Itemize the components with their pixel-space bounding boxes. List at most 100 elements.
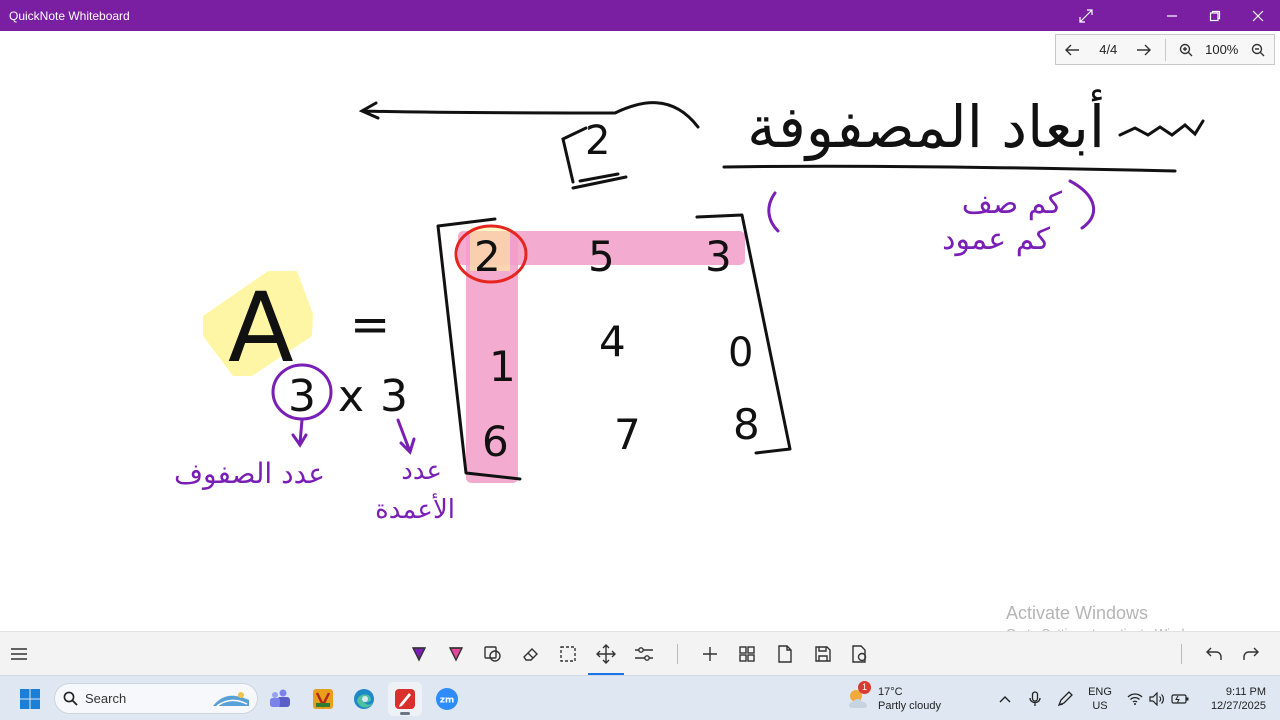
export-button[interactable]: [845, 640, 875, 668]
note-paren-left: [767, 191, 780, 233]
zoom-app-icon: zm: [436, 688, 458, 710]
shapes-button[interactable]: [478, 640, 508, 668]
toolbar-divider: [677, 644, 678, 664]
page-number: 4/4: [1099, 42, 1118, 57]
wifi-button[interactable]: [1126, 684, 1144, 714]
zoom-level: 100%: [1205, 42, 1239, 57]
battery-button[interactable]: [1170, 684, 1190, 714]
matrix-cell: 5: [588, 232, 615, 281]
weather-widget[interactable]: 1 17°C Partly cloudy: [846, 681, 941, 716]
restore-icon: [1209, 10, 1221, 21]
fullscreen-button[interactable]: [1066, 0, 1106, 31]
clock-time: 9:11 PM: [1225, 686, 1266, 698]
pen-tray-button[interactable]: [1054, 684, 1076, 714]
matrix-name: A: [228, 272, 294, 384]
edge-app-button[interactable]: [347, 682, 381, 716]
save-button[interactable]: [808, 640, 838, 668]
undo-button[interactable]: [1199, 640, 1229, 668]
search-placeholder: Search: [85, 691, 127, 706]
zoom-in-button[interactable]: [1169, 35, 1202, 64]
windows-logo-icon: [20, 689, 40, 709]
menu-button[interactable]: [4, 640, 34, 668]
page-icon: [778, 645, 792, 663]
label-rows: عدد الصفوف: [174, 457, 325, 490]
pen-tool-button[interactable]: [404, 640, 434, 668]
settings-button[interactable]: [629, 640, 659, 668]
expand-icon: [1079, 8, 1093, 23]
settings-sliders-icon: [635, 647, 653, 661]
chevron-up-icon: [999, 696, 1011, 703]
weather-badge: 1: [858, 681, 871, 694]
volume-button[interactable]: [1148, 684, 1166, 714]
title-bar: QuickNote Whiteboard: [0, 0, 1280, 31]
taskbar: Search zm 1 17°C Partly cloudy ENG US 9:…: [0, 675, 1280, 720]
edge-browser-icon: [354, 689, 374, 709]
taskbar-search[interactable]: Search: [54, 683, 258, 714]
add-page-button[interactable]: [695, 640, 725, 668]
page-navigator: 4/4 100%: [1055, 34, 1275, 65]
media-app-button[interactable]: [306, 682, 340, 716]
pan-button[interactable]: [588, 640, 624, 675]
next-page-button[interactable]: [1128, 35, 1161, 64]
arrow-right-icon: [1137, 44, 1152, 55]
pen-purple-icon: [411, 647, 427, 662]
whiteboard-canvas[interactable]: A = 3 x 3 2 5 3 1 4 0 6 7 8 أبعاد المصفو…: [0, 31, 1280, 631]
note-line-cols: كم عمود: [942, 222, 1051, 257]
zoom-in-icon: [1179, 43, 1193, 56]
page-button[interactable]: [770, 640, 800, 668]
heading-arrow: [358, 101, 700, 129]
media-app-icon: [313, 689, 333, 709]
close-button[interactable]: [1238, 0, 1278, 31]
restore-button[interactable]: [1195, 0, 1235, 31]
menu-icon: [11, 648, 27, 660]
pen-icon: [1057, 691, 1073, 707]
ink-layer: A = 3 x 3 2 5 3 1 4 0 6 7 8 أبعاد المصفو…: [174, 89, 1205, 525]
zoom-app-button[interactable]: zm: [430, 682, 464, 716]
heading-scribble: [1118, 119, 1205, 137]
zoom-out-icon: [1251, 43, 1265, 56]
times-sign: x: [338, 371, 364, 422]
matrix-cell: 7: [614, 410, 641, 459]
input-language[interactable]: ENG US: [1086, 685, 1114, 713]
pan-icon: [596, 644, 616, 664]
cols-arrow: [396, 418, 416, 455]
heading-arabic: أبعاد المصفوفة: [747, 89, 1105, 162]
weather-temp: 17°C: [878, 686, 903, 698]
rows-arrow: [291, 418, 308, 448]
grid-view-button[interactable]: [732, 640, 762, 668]
whiteboard-app-button[interactable]: [388, 682, 422, 716]
microphone-button[interactable]: [1024, 684, 1046, 714]
lasso-select-button[interactable]: [553, 640, 583, 668]
svg-text:zm: zm: [440, 696, 455, 706]
redo-icon: [1243, 647, 1259, 660]
divider: [1164, 38, 1166, 61]
cols-count: 3: [380, 371, 408, 422]
teams-app-button[interactable]: [264, 682, 298, 716]
weather-desc: Partly cloudy: [878, 700, 941, 712]
matrix-cell: 0: [728, 330, 753, 376]
dimension-note: 2: [585, 118, 610, 164]
tray-overflow-button[interactable]: [994, 684, 1016, 714]
search-icon: [63, 691, 78, 706]
highlighter-button[interactable]: [441, 640, 471, 668]
highlighter-icon: [448, 647, 464, 662]
system-clock[interactable]: 9:11 PM 12/27/2025: [1196, 685, 1266, 713]
save-icon: [815, 646, 831, 662]
search-highlight-icon: [213, 692, 249, 707]
matrix-cell: 8: [733, 400, 760, 449]
zoom-out-button[interactable]: [1241, 35, 1274, 64]
battery-charging-icon: [1171, 694, 1189, 704]
whiteboard-app-icon: [395, 689, 415, 709]
arrow-left-icon: [1065, 44, 1080, 55]
note-line-rows: كم صف: [962, 186, 1063, 221]
minimize-button[interactable]: [1152, 0, 1192, 31]
eraser-button[interactable]: [516, 640, 546, 668]
start-button[interactable]: [13, 682, 47, 716]
toolbar-divider: [1181, 644, 1182, 664]
export-icon: [852, 645, 867, 663]
watermark-title: Activate Windows: [1006, 603, 1149, 623]
redo-button[interactable]: [1236, 640, 1266, 668]
prev-page-button[interactable]: [1056, 35, 1089, 64]
clock-date: 12/27/2025: [1210, 700, 1266, 712]
matrix-cell: 2: [474, 232, 501, 281]
